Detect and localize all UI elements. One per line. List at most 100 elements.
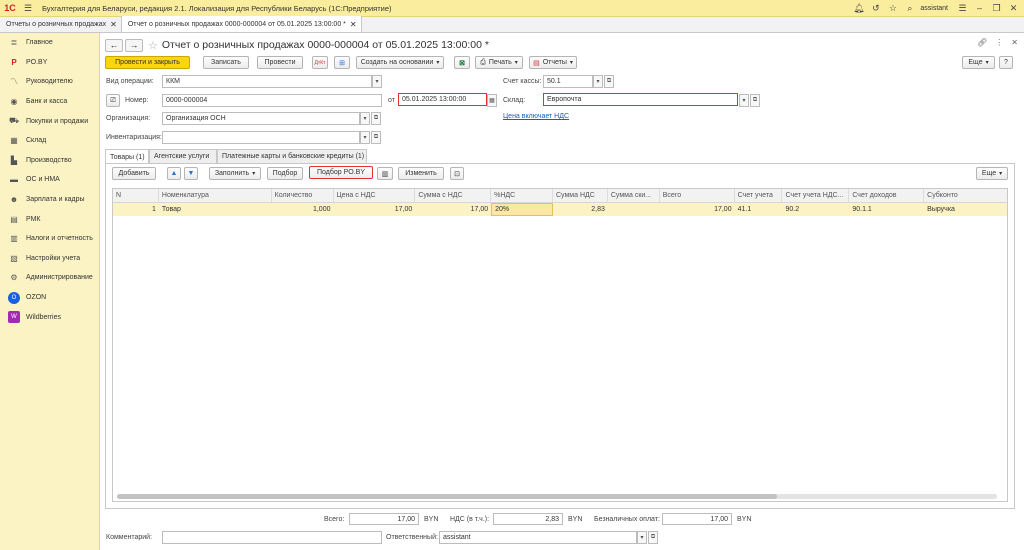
sidebar-item-warehouse[interactable]: ▦ Склад [0,131,99,151]
sidebar-item-ozon[interactable]: O OZON [0,288,99,308]
col-vat-sum[interactable]: Сумма НДС [553,189,608,202]
move-down-button[interactable]: ▼ [184,167,198,180]
move-up-button[interactable]: ▲ [167,167,181,180]
col-sum[interactable]: Сумма с НДС [415,189,492,202]
cash-account-field[interactable]: 50.1 [543,75,593,88]
close-icon[interactable]: ✕ [1005,0,1022,17]
save-button[interactable]: Записать [203,56,249,69]
favorites-icon[interactable]: ☆ [884,0,901,17]
col-vat-account[interactable]: Счет учета НДС... [782,189,850,202]
sidebar-item-main[interactable]: ≣ Главное [0,33,99,53]
sidebar-item-accounting-settings[interactable]: ▧ Настройки учета [0,249,99,269]
warehouse-open-button[interactable]: ⧉ [750,94,760,107]
cell-discount-sum[interactable] [608,203,660,216]
inventory-dropdown[interactable]: ▾ [360,131,370,144]
col-qty[interactable]: Количество [272,189,334,202]
sidebar-item-purchases-sales[interactable]: ⛟ Покупки и продажи [0,111,99,131]
close-form-icon[interactable]: ✕ [1011,38,1018,47]
sidebar-item-bank[interactable]: ◉ Банк и касса [0,92,99,112]
cell-account[interactable]: 41.1 [735,203,783,216]
cell-vat-rate[interactable]: 20% [491,203,554,216]
add-row-button[interactable]: Добавить [112,167,156,180]
scan-button[interactable]: ⊡ [450,167,464,180]
horizontal-scrollbar[interactable] [117,494,997,499]
notifications-icon[interactable]: 🔔︎ [850,0,867,17]
pick-button[interactable]: Подбор [267,167,303,180]
op-type-field[interactable]: ККМ [162,75,372,88]
print-button[interactable]: ⎙ Печать ▾ [475,56,523,69]
post-button[interactable]: Провести [257,56,303,69]
date-field[interactable]: 05.01.2025 13:00:00 [398,93,487,106]
more-button[interactable]: Еще ▾ [962,56,995,69]
sidebar-item-administration[interactable]: ⚙ Администрирование [0,268,99,288]
cell-vat-sum[interactable]: 2,83 [553,203,608,216]
col-n[interactable]: N [113,189,159,202]
create-based-on-button[interactable]: Создать на основании ▾ [356,56,444,69]
more-vertical-icon[interactable]: ⋮ [995,38,1003,47]
restore-icon[interactable]: ❐ [988,0,1005,17]
inventory-field[interactable] [162,131,360,144]
main-menu-icon[interactable]: ☰ [20,0,36,17]
sidebar-item-payroll[interactable]: ☻ Зарплата и кадры [0,190,99,210]
price-includes-vat-link[interactable]: Цена включает НДС [503,113,569,120]
warehouse-dropdown[interactable]: ▾ [739,94,749,107]
cell-total[interactable]: 17,00 [660,203,735,216]
cell-price[interactable]: 17,00 [334,203,416,216]
col-vat-rate[interactable]: %НДС [491,189,553,202]
barcode-button[interactable]: ▥ [377,167,393,180]
tab-payment-cards[interactable]: Платежные карты и банковские кредиты (1) [217,149,367,163]
tab-agent-services[interactable]: Агентские услуги [149,149,217,163]
tab-retail-report-doc[interactable]: Отчет о розничных продажах 0000-000004 о… [121,16,362,32]
col-account[interactable]: Счет учета [735,189,783,202]
structure-button[interactable]: ⊞ [334,56,350,69]
dt-kt-button[interactable]: ДтКт [312,56,328,69]
change-button[interactable]: Изменить [398,167,444,180]
op-type-dropdown[interactable]: ▾ [372,75,382,88]
cell-income-account[interactable]: 90.1.1 [849,203,924,216]
responsible-open-button[interactable]: ⧉ [648,531,658,544]
settings-menu-icon[interactable]: ☰ [954,0,971,17]
minimize-icon[interactable]: – [971,0,988,17]
back-button[interactable]: ← [105,38,123,52]
scrollbar-thumb[interactable] [117,494,777,499]
user-name[interactable]: assistant [920,5,948,12]
sidebar-item-rmk[interactable]: ▤ РМК [0,209,99,229]
pick-poby-button[interactable]: Подбор PO.BY [309,166,373,179]
col-total[interactable]: Всего [660,189,735,202]
cell-n[interactable]: 1 [113,203,159,216]
close-tab-icon[interactable]: ✕ [350,20,357,29]
sidebar-item-manager[interactable]: 〽 Руководителю [0,72,99,92]
tab-goods[interactable]: Товары (1) [105,149,149,164]
col-discount-sum[interactable]: Сумма ски... [608,189,660,202]
calendar-button[interactable]: ▦ [487,94,497,107]
close-tab-icon[interactable]: ✕ [110,20,117,29]
col-price[interactable]: Цена с НДС [334,189,416,202]
cash-account-open-button[interactable]: ⧉ [604,75,614,88]
number-field[interactable]: 0000-000004 [162,94,382,107]
cell-item[interactable]: Товар [159,203,272,216]
col-income-account[interactable]: Счет доходов [849,189,925,202]
warehouse-field[interactable]: Европочта [543,93,738,106]
help-button[interactable]: ? [999,56,1013,69]
sidebar-item-taxes[interactable]: ▥ Налоги и отчетность [0,229,99,249]
link-icon[interactable]: 🔗︎ [977,38,987,47]
sidebar-item-wildberries[interactable]: W Wildberries [0,307,99,327]
tab-retail-reports[interactable]: Отчеты о розничных продажах ✕ [0,16,122,32]
history-icon[interactable]: ↺ [867,0,884,17]
sidebar-item-production[interactable]: ▙ Производство [0,151,99,171]
excel-button[interactable]: ⊠ [454,56,470,69]
col-subconto[interactable]: Субконто [924,189,1007,202]
table-more-button[interactable]: Еще ▾ [976,167,1008,180]
comment-field[interactable] [162,531,382,544]
sidebar-item-assets[interactable]: ▬ ОС и НМА [0,170,99,190]
reports-button[interactable]: ▤ Отчеты ▾ [529,56,577,69]
cell-subconto[interactable]: Выручка [924,203,1007,216]
responsible-dropdown[interactable]: ▾ [637,531,647,544]
fill-button[interactable]: Заполнить ▾ [209,167,261,180]
cash-account-dropdown[interactable]: ▾ [593,75,603,88]
cell-sum[interactable]: 17,00 [415,203,491,216]
number-edit-button[interactable]: ⎚ [106,94,120,107]
org-open-button[interactable]: ⧉ [371,112,381,125]
search-icon[interactable]: ⌕ [901,0,918,17]
sidebar-item-poby[interactable]: P PO.BY [0,53,99,73]
